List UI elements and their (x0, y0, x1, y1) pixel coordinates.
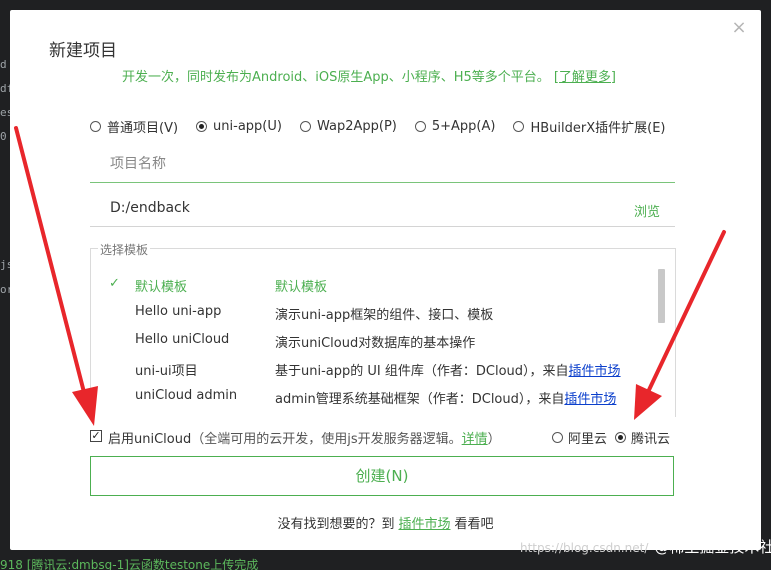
unicloud-label-text: 启用uniCloud (108, 432, 192, 447)
template-row-uni-ui[interactable]: uni-ui项目 基于uni-app的 UI 组件库（作者：DCloud），来自… (91, 355, 651, 381)
project-path-field: 浏览 (90, 192, 675, 227)
radio-label: 普通项目(V) (107, 121, 179, 136)
project-path-input[interactable] (108, 192, 592, 224)
watermark-url: https://blog.csdn.net/ (520, 541, 649, 555)
radio-icon (414, 121, 426, 132)
template-list: 选择模板 ✓ 默认模板 默认模板 Hello uni-app 演示uni-app… (90, 241, 676, 417)
template-name: Hello uni-app (135, 304, 222, 319)
radio-uni-app[interactable]: uni-app(U) (196, 117, 282, 136)
dialog-subtitle: 开发一次，同时发布为Android、iOS原生App、小程序、H5等多个平台。 [… (122, 66, 616, 85)
radio-icon (90, 121, 101, 132)
template-desc: admin管理系统基础框架（作者：DCloud），来自插件市场 (275, 388, 616, 407)
radio-label: Wap2App(P) (316, 119, 397, 134)
bg-snippet: d (0, 58, 7, 71)
radio-icon (299, 121, 311, 132)
radio-label: 5+App(A) (431, 119, 496, 134)
footer-plugin-market-link[interactable]: 插件市场 (398, 517, 450, 532)
project-type-group: 普通项目(V) uni-app(U) Wap2App(P) 5+App(A) H… (90, 117, 684, 136)
create-button[interactable]: 创建(N) (90, 456, 674, 496)
template-name: 默认模板 (135, 280, 188, 295)
dialog-title: 新建项目 (49, 41, 117, 61)
footer-suffix: 看看吧 (454, 517, 494, 532)
radio-selected-icon (196, 121, 208, 132)
radio-icon (513, 121, 525, 132)
watermark: https://blog.csdn.net/ @稀土掘金技术社区 (520, 536, 771, 557)
radio-selected-icon (615, 432, 626, 443)
template-row-hello-uni-app[interactable]: Hello uni-app 演示uni-app框架的组件、接口、模板 (91, 299, 651, 325)
provider-label: 阿里云 (568, 432, 608, 447)
browse-button[interactable]: 浏览 (634, 201, 660, 220)
radio-wap2app[interactable]: Wap2App(P) (299, 117, 397, 136)
watermark-brand: @稀土掘金技术社区 (654, 538, 771, 556)
radio-normal-project[interactable]: 普通项目(V) (90, 117, 178, 136)
bg-snippet: 0 (0, 130, 7, 143)
radio-icon (552, 432, 563, 443)
template-row-default[interactable]: ✓ 默认模板 默认模板 (91, 271, 651, 297)
radio-tencent-cloud[interactable]: 腾讯云 (615, 428, 670, 447)
unicloud-checkbox[interactable]: ✓ (90, 430, 102, 442)
radio-label: uni-app(U) (213, 119, 282, 134)
subtitle-text: 开发一次，同时发布为Android、iOS原生App、小程序、H5等多个平台。 (122, 70, 550, 85)
unicloud-note-end: ） (487, 432, 501, 447)
project-name-field (90, 148, 675, 183)
learn-more-link[interactable]: [了解更多] (554, 70, 616, 85)
template-desc: 演示uni-app框架的组件、接口、模板 (275, 308, 494, 323)
console-log-line: 918 [腾讯云:dmbsg-1]云函数testone上传完成 (0, 558, 259, 570)
template-row-unicloud-admin[interactable]: uniCloud admin admin管理系统基础框架（作者：DCloud），… (91, 383, 651, 409)
project-name-input[interactable] (108, 148, 592, 180)
template-name: Hello uniCloud (135, 332, 230, 347)
new-project-dialog: × 新建项目 开发一次，同时发布为Android、iOS原生App、小程序、H5… (10, 10, 761, 550)
close-icon[interactable]: × (731, 19, 747, 37)
template-desc-text: 基于uni-app的 UI 组件库（作者：DCloud），来自 (275, 364, 569, 379)
template-desc: 基于uni-app的 UI 组件库（作者：DCloud），来自插件市场 (275, 360, 621, 379)
template-scrollbar[interactable] (658, 269, 665, 323)
template-legend: 选择模板 (98, 241, 151, 258)
unicloud-note: （全端可用的云开发，使用js开发服务器逻辑。 (191, 432, 462, 447)
radio-label: HBuilderX插件扩展(E) (530, 121, 666, 136)
template-name: uni-ui项目 (135, 364, 198, 379)
radio-hbuilderx-plugin[interactable]: HBuilderX插件扩展(E) (513, 117, 666, 136)
radio-aliyun[interactable]: 阿里云 (552, 428, 607, 447)
plugin-market-link[interactable]: 插件市场 (569, 364, 621, 379)
provider-label: 腾讯云 (631, 432, 671, 447)
template-desc: 演示uniCloud对数据库的基本操作 (275, 336, 476, 351)
footer-hint: 没有找到想要的？到 插件市场 看看吧 (10, 513, 761, 532)
unicloud-label: 启用uniCloud（全端可用的云开发，使用js开发服务器逻辑。详情） (108, 428, 501, 447)
radio-5plus-app[interactable]: 5+App(A) (414, 117, 496, 136)
unicloud-row: ✓ 启用uniCloud（全端可用的云开发，使用js开发服务器逻辑。详情） 阿里… (90, 428, 680, 447)
template-desc: 默认模板 (275, 280, 328, 295)
template-desc-text: admin管理系统基础框架（作者：DCloud），来自 (275, 392, 565, 407)
template-name: uniCloud admin (135, 388, 238, 403)
details-link[interactable]: 详情 (462, 432, 488, 447)
template-row-hello-unicloud[interactable]: Hello uniCloud 演示uniCloud对数据库的基本操作 (91, 327, 651, 353)
plugin-market-link[interactable]: 插件市场 (564, 392, 616, 407)
check-icon: ✓ (109, 276, 120, 291)
footer-prefix: 没有找到想要的？到 (277, 517, 395, 532)
